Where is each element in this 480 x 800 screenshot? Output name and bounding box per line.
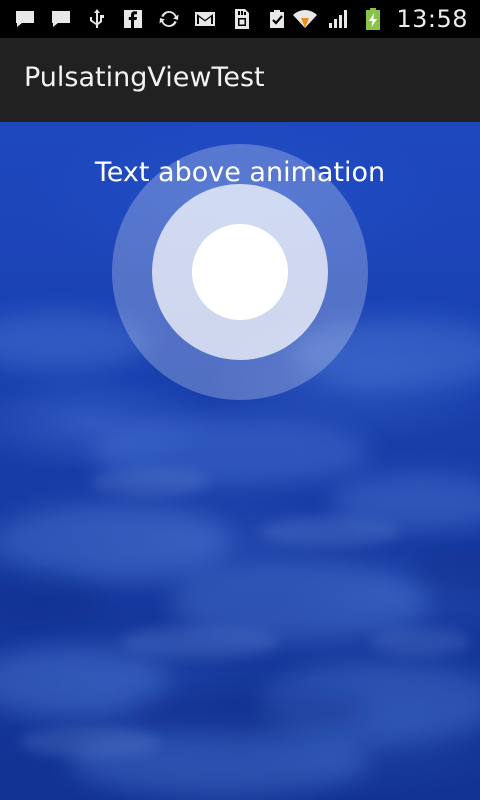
clipboard-check-icon	[264, 6, 290, 32]
sync-icon	[156, 6, 182, 32]
system-icons: 13:58	[292, 0, 468, 38]
wifi-icon	[292, 6, 318, 32]
message-icon	[12, 6, 38, 32]
action-bar: PulsatingViewTest	[0, 38, 480, 122]
gmail-icon	[192, 6, 218, 32]
clock: 13:58	[396, 5, 468, 33]
battery-charging-icon	[360, 6, 386, 32]
text-above-animation: Text above animation	[94, 157, 386, 188]
notification-icons	[12, 5, 290, 33]
signal-icon	[326, 6, 352, 32]
content-area: Text above animation	[0, 122, 480, 800]
sd-card-icon	[228, 6, 254, 32]
usb-icon	[84, 6, 110, 32]
status-bar: 13:58	[0, 0, 480, 38]
screen: 13:58 PulsatingViewTest Text above anima…	[0, 0, 480, 800]
pulse-core-circle	[192, 224, 288, 320]
message-icon	[48, 6, 74, 32]
app-title: PulsatingViewTest	[24, 62, 265, 93]
facebook-icon	[120, 6, 146, 32]
